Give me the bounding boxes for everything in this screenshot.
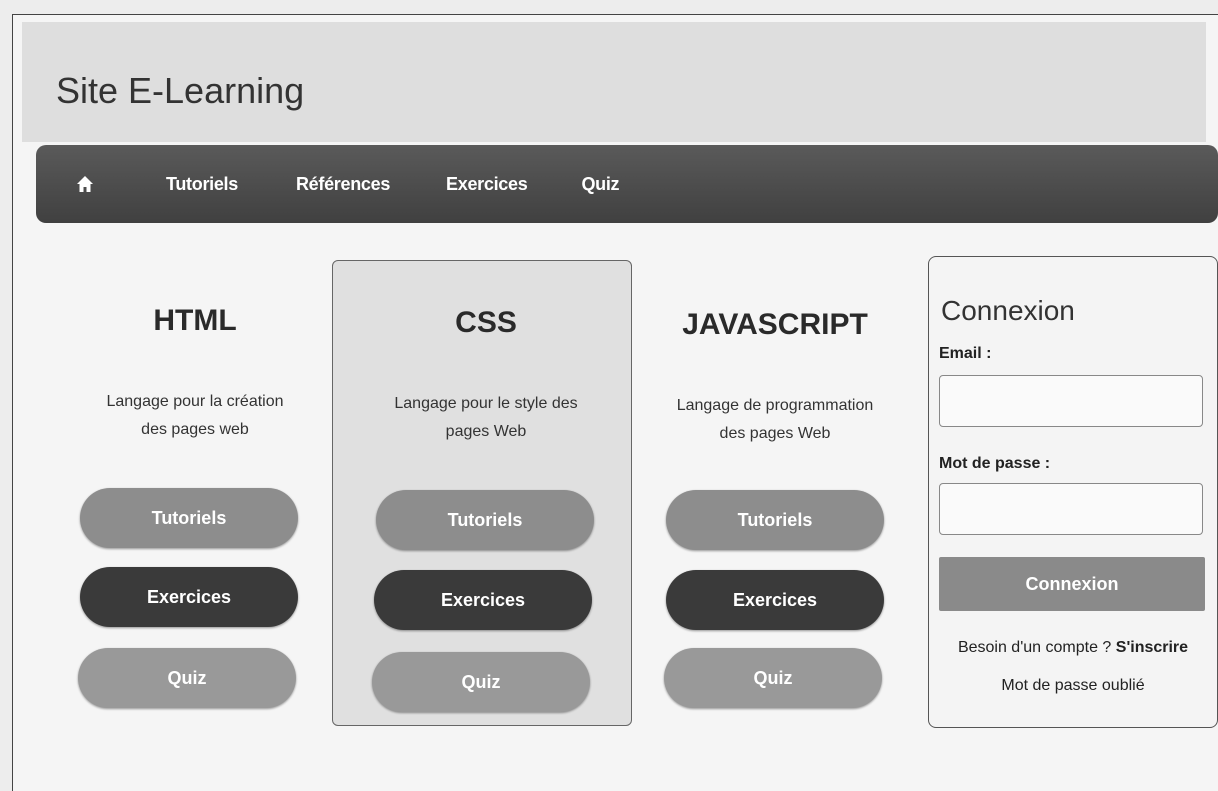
signup-line: Besoin d'un compte ? S'inscrire (929, 639, 1217, 657)
signup-prompt: Besoin d'un compte ? (957, 639, 1112, 656)
nav-exercices[interactable]: Exercices (446, 174, 528, 195)
column-desc-line2: des pages web (141, 421, 249, 438)
column-desc-line2: pages Web (445, 423, 527, 440)
column-css: CSS Langage pour le style des pages Web (366, 262, 606, 446)
column-desc-line1: Langage de programmation (676, 397, 874, 414)
column-desc-line1: Langage pour le style des (394, 395, 578, 412)
js-quiz-button[interactable]: Quiz (664, 648, 882, 708)
css-exercices-button[interactable]: Exercices (374, 570, 592, 630)
css-quiz-button[interactable]: Quiz (372, 652, 590, 712)
html-quiz-button[interactable]: Quiz (78, 648, 296, 708)
column-title: HTML (153, 304, 237, 337)
connexion-button[interactable]: Connexion (939, 557, 1205, 611)
home-icon[interactable] (76, 173, 98, 195)
js-exercices-button[interactable]: Exercices (666, 570, 884, 630)
site-title: Site E-Learning (56, 70, 305, 111)
login-title: Connexion (941, 295, 1075, 326)
column-desc-line2: des pages Web (719, 425, 831, 442)
email-label: Email : (939, 345, 992, 362)
html-tutoriels-button[interactable]: Tutoriels (80, 488, 298, 548)
nav-quiz[interactable]: Quiz (581, 174, 619, 195)
column-html: HTML Langage pour la création des pages … (80, 262, 310, 444)
column-desc-line1: Langage pour la création (106, 393, 284, 410)
js-tutoriels-button[interactable]: Tutoriels (666, 490, 884, 550)
email-field[interactable] (939, 375, 1203, 427)
column-javascript: JAVASCRIPT Langage de programmation des … (660, 262, 890, 448)
column-title: JAVASCRIPT (682, 308, 868, 341)
column-title: CSS (455, 306, 517, 339)
login-panel: Connexion Email : Mot de passe : Connexi… (928, 256, 1218, 728)
password-label: Mot de passe : (939, 455, 1051, 472)
signup-link[interactable]: S'inscrire (1116, 639, 1188, 656)
css-tutoriels-button[interactable]: Tutoriels (376, 490, 594, 550)
password-field[interactable] (939, 483, 1203, 535)
navbar: Tutoriels Références Exercices Quiz (36, 145, 1218, 223)
forgot-password-link[interactable]: Mot de passe oublié (929, 677, 1217, 695)
nav-references[interactable]: Références (296, 174, 390, 195)
nav-tutoriels[interactable]: Tutoriels (166, 174, 238, 195)
html-exercices-button[interactable]: Exercices (80, 567, 298, 627)
